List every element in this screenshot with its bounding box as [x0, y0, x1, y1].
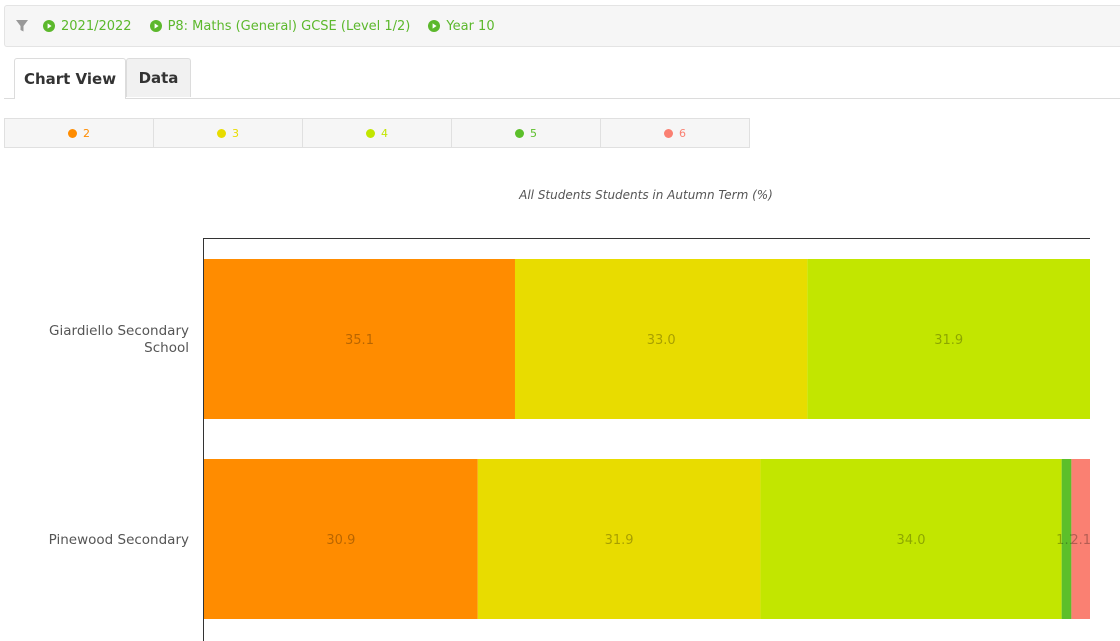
value-label: 35.1: [345, 333, 374, 348]
value-label: 2.1: [1070, 533, 1091, 548]
stacked-bar-chart: 35.1 33.0 31.930.9 31.9 34.0 1.12.1: [203, 238, 1091, 641]
value-label: 33.0: [647, 333, 676, 348]
value-label: 30.9: [326, 533, 355, 548]
value-label: 31.9: [934, 333, 963, 348]
value-label: 34.0: [897, 533, 926, 548]
value-label: 31.9: [605, 533, 634, 548]
